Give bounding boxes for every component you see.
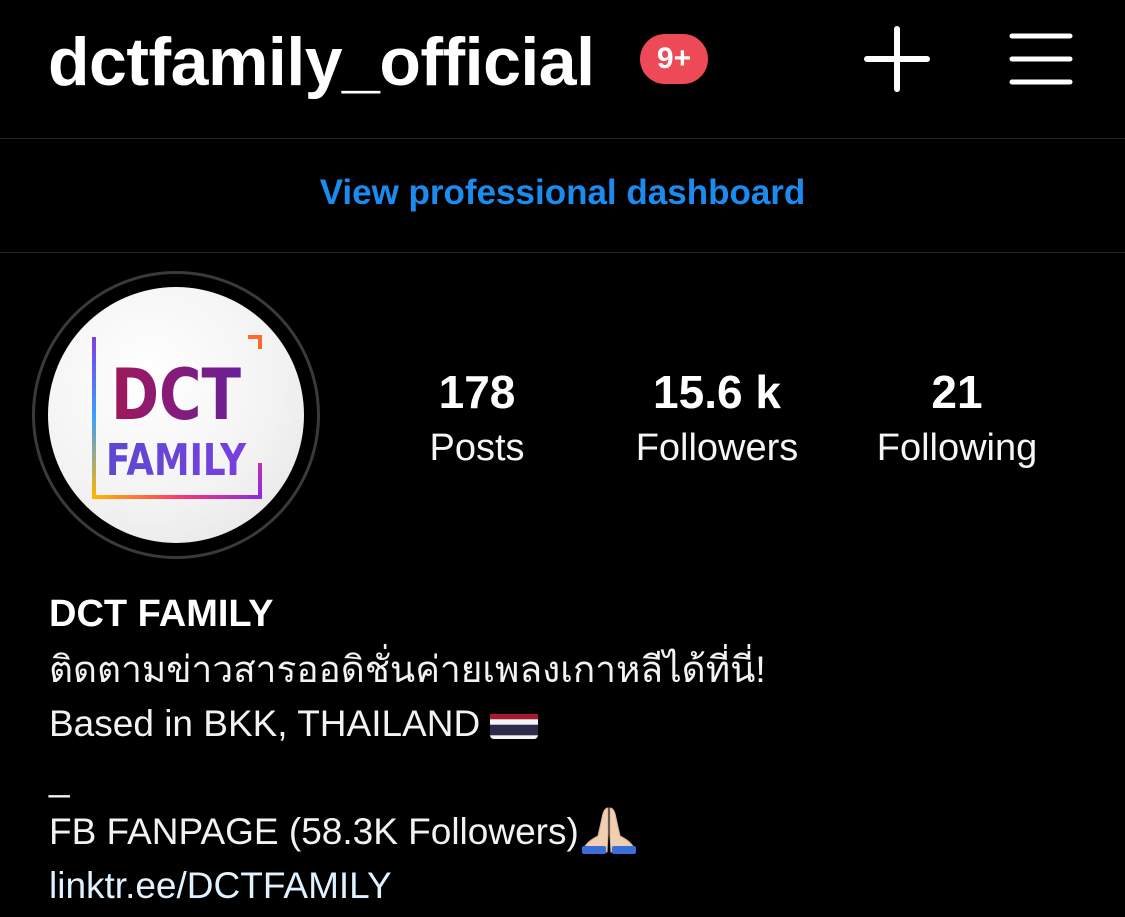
- stat-followers[interactable]: 15.6 k Followers: [606, 362, 828, 474]
- stat-following[interactable]: 21 Following: [852, 362, 1062, 474]
- logo-text-family: FAMILY: [106, 435, 247, 486]
- hamburger-menu-icon: [1009, 33, 1073, 85]
- bio-line-separator: _: [49, 757, 70, 798]
- followers-count: 15.6 k: [653, 366, 781, 418]
- folded-hands-icon: [581, 806, 637, 854]
- bio-line-thai: ติดตามข่าวสารออดิชั่นค่ายเพลงเกาหลีได้ที…: [49, 649, 766, 690]
- bio-line-fanpage: FB FANPAGE (58.3K Followers): [49, 805, 1089, 859]
- bio-line-location: Based in BKK, THAILAND: [49, 697, 1089, 751]
- followers-label: Followers: [635, 427, 799, 469]
- username-title[interactable]: dctfamily_official: [48, 22, 595, 102]
- display-name: DCT FAMILY: [49, 593, 274, 635]
- professional-dashboard-link[interactable]: View professional dashboard: [0, 139, 1125, 252]
- profile-header: dctfamily_official 9+: [0, 0, 1125, 138]
- posts-label: Posts: [429, 427, 525, 469]
- bio-external-link[interactable]: linktr.ee/DCTFAMILY: [49, 859, 1089, 913]
- dashboard-divider: [0, 252, 1125, 253]
- following-label: Following: [876, 427, 1038, 469]
- menu-button[interactable]: [1008, 30, 1074, 88]
- posts-count: 178: [438, 366, 516, 418]
- dct-family-logo: DCT FAMILY: [92, 335, 262, 499]
- profile-bio: DCT FAMILY ติดตามข่าวสารออดิชั่นค่ายเพลง…: [49, 588, 1089, 913]
- following-count: 21: [931, 366, 983, 418]
- bio-fanpage-text: FB FANPAGE (58.3K Followers): [49, 811, 579, 852]
- create-post-button[interactable]: [862, 26, 932, 92]
- notification-badge[interactable]: 9+: [640, 34, 708, 84]
- logo-text-dct: DCT: [111, 354, 241, 436]
- avatar[interactable]: DCT FAMILY: [48, 287, 304, 543]
- thailand-flag-icon: [490, 707, 539, 739]
- plus-icon: [864, 26, 930, 92]
- stat-posts[interactable]: 178 Posts: [394, 362, 560, 474]
- bio-location-text: Based in BKK, THAILAND: [49, 703, 481, 744]
